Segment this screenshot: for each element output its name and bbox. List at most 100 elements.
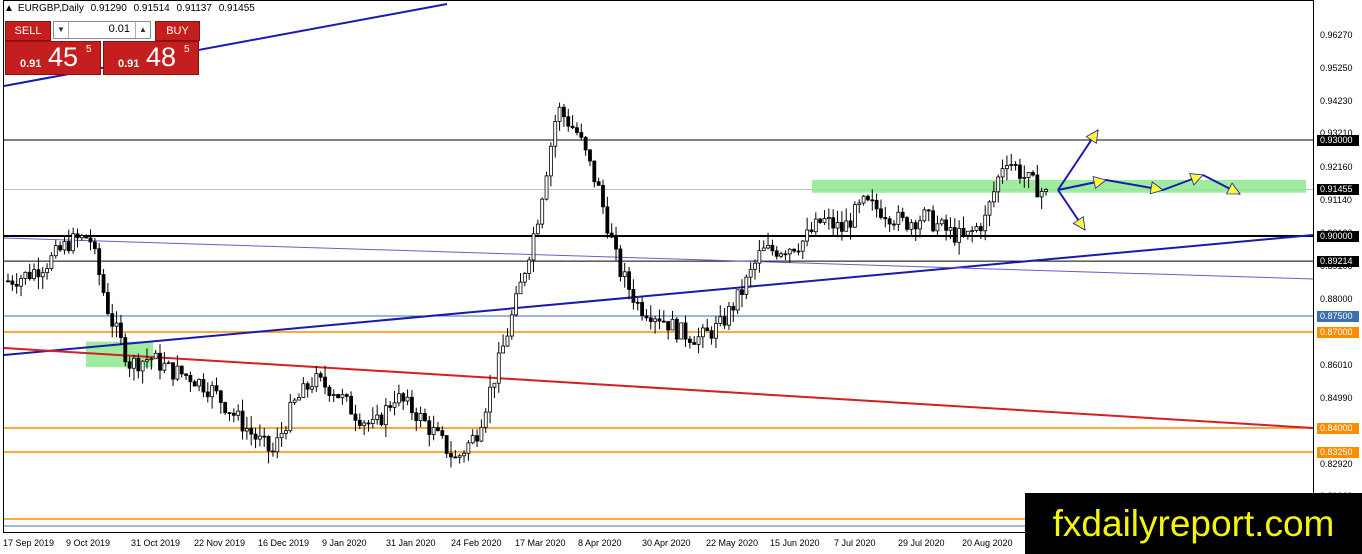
candle-body — [275, 437, 280, 453]
candle-body — [218, 390, 223, 403]
candle-body — [23, 271, 28, 279]
projection-arrow-head[interactable] — [1085, 129, 1099, 145]
time-tick-label: 7 Jul 2020 — [834, 538, 876, 548]
close-value: 0.91455 — [218, 3, 255, 14]
candle-body — [935, 223, 940, 232]
candle-body — [257, 435, 262, 440]
trendline[interactable] — [3, 234, 1314, 356]
candle-body — [562, 106, 566, 118]
candle-body — [596, 181, 601, 186]
candle-body — [874, 199, 879, 210]
candle-body — [792, 248, 797, 252]
supply-demand-zones — [86, 180, 1306, 368]
candle-body — [288, 402, 293, 432]
candle-body — [462, 452, 466, 457]
candle-body — [931, 210, 935, 232]
candle-body — [271, 450, 275, 453]
candle-body — [514, 293, 519, 316]
candle-body — [253, 433, 258, 440]
projection-arrow-head[interactable] — [1072, 216, 1086, 231]
candle-body — [883, 217, 888, 220]
candlesticks — [6, 102, 1048, 468]
candle-body — [396, 393, 401, 404]
candle-body — [84, 235, 89, 239]
watermark-logo: fxdailyreport.com — [1025, 493, 1362, 554]
candle-body — [978, 226, 983, 232]
candle-body — [153, 352, 158, 360]
candle-body — [605, 206, 610, 234]
chart-window[interactable]: ▲ EURGBP,Daily 0.91290 0.91514 0.91137 0.… — [0, 0, 1362, 554]
candle-body — [805, 229, 810, 242]
candle-body — [340, 394, 345, 399]
lot-increase-icon[interactable]: ▲ — [135, 22, 150, 38]
candle-body — [544, 175, 549, 200]
candle-body — [10, 280, 15, 285]
candle-body — [796, 250, 801, 253]
time-tick-label: 29 Jul 2020 — [898, 538, 945, 548]
candle-body — [14, 283, 19, 287]
candle-body — [948, 227, 953, 231]
price-tick-label: 0.92160 — [1320, 162, 1353, 172]
candle-body — [774, 250, 779, 257]
candle-body — [453, 456, 458, 459]
candle-body — [722, 316, 727, 326]
candle-body — [488, 386, 492, 413]
candle-body — [318, 373, 323, 378]
candle-body — [66, 241, 71, 252]
candle-body — [305, 383, 310, 390]
price-tick-label: 0.94230 — [1320, 96, 1353, 106]
trendline[interactable] — [3, 347, 1314, 429]
candle-body — [244, 428, 249, 432]
candle-body — [918, 220, 922, 230]
candle-body — [27, 271, 32, 280]
buy-price-big: 48 — [146, 42, 177, 72]
candle-body — [714, 323, 718, 339]
candle-body — [644, 315, 649, 319]
candle-body — [79, 235, 84, 239]
candle-body — [783, 253, 788, 256]
candle-body — [731, 305, 736, 311]
candle-body — [614, 236, 618, 250]
lot-decrease-icon[interactable]: ▼ — [54, 22, 69, 38]
candle-body — [132, 357, 136, 369]
candle-body — [648, 317, 653, 322]
price-chart[interactable] — [0, 0, 1362, 554]
candle-body — [861, 195, 866, 204]
candle-body — [114, 322, 119, 327]
candle-body — [748, 268, 753, 278]
buy-price-box[interactable]: 0.91 48 5 — [103, 41, 199, 75]
candle-body — [757, 250, 762, 264]
candle-body — [974, 226, 979, 231]
candle-body — [839, 222, 844, 232]
candle-body — [1013, 164, 1018, 166]
candle-body — [844, 220, 849, 232]
candle-body — [370, 418, 375, 424]
buy-button[interactable]: BUY — [155, 21, 200, 41]
candle-body — [548, 145, 553, 177]
sell-price-box[interactable]: 0.91 45 5 — [5, 41, 101, 75]
candle-body — [575, 127, 579, 133]
candle-body — [822, 218, 827, 223]
candle-body — [475, 435, 479, 442]
lot-size-stepper[interactable]: ▼ 0.01 ▲ — [53, 21, 151, 39]
candle-body — [761, 247, 766, 252]
candle-body — [145, 359, 149, 362]
sell-button[interactable]: SELL — [5, 21, 51, 41]
candle-body — [944, 219, 949, 231]
price-tick-label: 0.82920 — [1320, 459, 1353, 469]
candle-body — [97, 248, 102, 275]
candle-body — [1039, 191, 1044, 198]
candle-body — [483, 411, 488, 428]
buy-price-sup: 5 — [184, 44, 190, 55]
candle-body — [696, 336, 701, 345]
lot-size-input[interactable]: 0.01 — [109, 23, 130, 35]
candle-body — [496, 352, 501, 384]
candle-body — [71, 233, 76, 252]
trendline[interactable] — [3, 237, 1314, 280]
price-level-badge: 0.89214 — [1317, 256, 1359, 268]
candle-body — [692, 342, 697, 345]
candle-body — [75, 233, 80, 239]
candle-body — [1044, 189, 1048, 192]
candle-body — [410, 396, 414, 414]
collapse-triangle-icon[interactable]: ▲ — [4, 3, 14, 14]
